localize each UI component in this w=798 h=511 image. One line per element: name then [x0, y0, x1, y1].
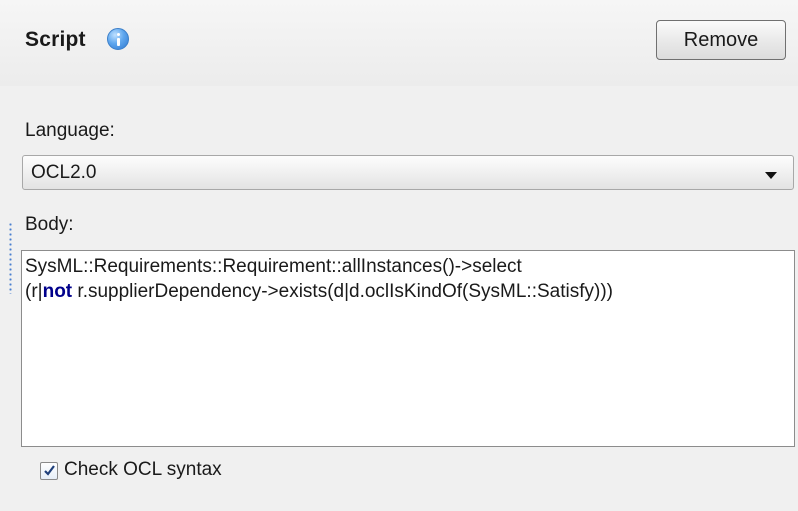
code-line-2-prefix: (r|: [25, 281, 43, 302]
script-header: Script Remove: [0, 0, 798, 86]
language-dropdown[interactable]: OCL2.0: [22, 155, 794, 190]
language-label: Language:: [25, 120, 115, 141]
code-line-1: SysML::Requirements::Requirement::allIns…: [25, 256, 522, 277]
body-label: Body:: [25, 214, 74, 235]
remove-button[interactable]: Remove: [656, 20, 786, 60]
drag-handle[interactable]: [9, 222, 12, 294]
body-editor[interactable]: SysML::Requirements::Requirement::allIns…: [21, 250, 795, 447]
language-selected-value: OCL2.0: [31, 162, 97, 183]
checkmark-icon: [44, 465, 55, 476]
check-ocl-syntax-checkbox[interactable]: [40, 462, 58, 480]
info-icon[interactable]: [107, 28, 129, 50]
code-keyword-not: not: [42, 281, 73, 302]
dropdown-arrow-icon: [765, 172, 777, 179]
check-ocl-syntax-label[interactable]: Check OCL syntax: [64, 459, 222, 481]
script-panel: Script Remove Language: OCL2.0 Body: Sys…: [0, 0, 798, 511]
code-line-2-suffix: r.supplierDependency->exists(d|d.oclIsKi…: [72, 281, 613, 302]
section-title: Script: [25, 28, 86, 51]
